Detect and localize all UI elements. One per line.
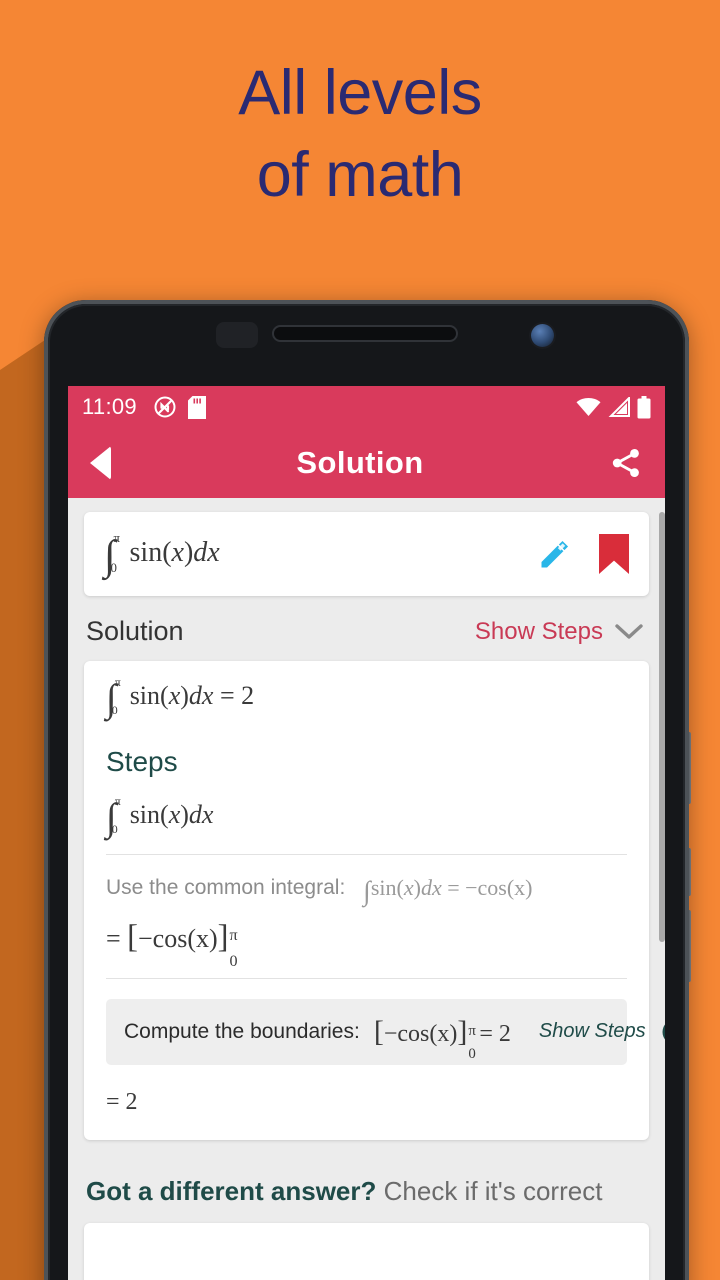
different-answer-question: Got a different answer? xyxy=(86,1175,377,1206)
step1-function: sin xyxy=(129,800,161,830)
step-2-row: Use the common integral: ∫sin(x)dx = −co… xyxy=(106,874,627,906)
step2-fn: sin xyxy=(370,874,397,900)
section-title-solution: Solution xyxy=(86,616,184,646)
step1-differential: dx xyxy=(188,800,214,830)
step1-lower-limit: 0 xyxy=(111,821,118,836)
dnd-icon xyxy=(153,395,177,419)
step2-equals: = xyxy=(447,874,460,900)
different-answer-prompt[interactable]: Got a different answer? Check if it's co… xyxy=(68,1140,665,1217)
result-equals: = xyxy=(219,681,235,710)
step3-lower-limit: 0 xyxy=(229,952,238,970)
boundaries-equals: = xyxy=(479,1020,493,1047)
step3-equals: = xyxy=(106,923,121,953)
solution-card: ∫ π 0 sin(x)dx = 2 Steps ∫ π 0 sin(x)dx Use … xyxy=(84,661,665,1140)
scrollbar-thumb[interactable] xyxy=(659,512,665,942)
earpiece-speaker-icon xyxy=(272,325,458,342)
scrollbar[interactable] xyxy=(659,512,665,1280)
proximity-sensor-icon xyxy=(216,322,258,348)
step-3-math: = [−cos(x)] π 0 xyxy=(106,918,238,970)
step1-variable: x xyxy=(168,800,181,830)
app-bar: Solution xyxy=(68,428,665,498)
step1-upper-limit: π xyxy=(114,794,121,809)
boundaries-math: [−cos(x)] π 0 = 2 xyxy=(373,1014,511,1063)
phone-screen: 11:09 Solution ∫ π 0 sin(x)dx Solution S… xyxy=(68,386,665,1280)
volume-down-button[interactable] xyxy=(686,910,691,982)
final-equals: = xyxy=(106,1088,120,1115)
steps-heading: Steps xyxy=(106,746,178,778)
volume-up-button[interactable] xyxy=(686,848,691,896)
boundaries-expr: −cos(x) xyxy=(383,1020,458,1047)
chevron-down-icon xyxy=(615,623,643,641)
step2-formula: ∫sin(x)dx = −cos(x) xyxy=(363,874,533,906)
back-button[interactable] xyxy=(90,446,111,480)
expr-upper-limit: π xyxy=(113,531,121,546)
show-steps-label: Show Steps xyxy=(474,617,603,645)
step3-expr: −cos(x) xyxy=(138,923,218,953)
expr-variable: x xyxy=(171,537,184,569)
final-result-math: = 2 xyxy=(106,1089,627,1116)
boundaries-value: 2 xyxy=(498,1020,511,1047)
battery-icon xyxy=(637,395,651,419)
edit-button[interactable] xyxy=(537,536,573,572)
page-title: Solution xyxy=(296,445,424,480)
result-lower-limit: 0 xyxy=(111,702,118,717)
boundaries-label: Compute the boundaries: xyxy=(124,1019,360,1043)
result-function: sin xyxy=(129,681,161,710)
step3-upper-limit: π xyxy=(229,927,238,945)
result-differential: dx xyxy=(188,681,214,710)
step2-var: x xyxy=(403,874,414,900)
step-1-math: ∫ π 0 sin(x)dx xyxy=(106,794,214,840)
expression-math: ∫ π 0 sin(x)dx xyxy=(104,531,220,579)
check-correct-label: Check if it's correct xyxy=(383,1175,603,1206)
sd-card-icon xyxy=(187,395,206,419)
expr-function: sin xyxy=(129,537,163,569)
front-camera-icon xyxy=(531,324,554,347)
step2-result: −cos(x) xyxy=(465,874,533,900)
promo-headline-line1: All levels xyxy=(238,58,482,128)
step2-differential: dx xyxy=(420,874,442,900)
expr-differential: dx xyxy=(193,537,220,569)
compute-boundaries-row[interactable]: Compute the boundaries: [−cos(x)] π 0 = 2 … xyxy=(106,998,665,1065)
boundaries-show-steps-label[interactable]: Show Steps xyxy=(539,1020,646,1043)
solution-result-line: ∫ π 0 sin(x)dx = 2 xyxy=(106,675,255,721)
promo-headline-line2: of math xyxy=(256,140,464,210)
status-bar-clock: 11:09 xyxy=(82,394,137,419)
divider-2 xyxy=(106,977,627,979)
promo-headline: All levels of math xyxy=(0,52,720,216)
power-button[interactable] xyxy=(686,732,691,804)
phone-device: 11:09 Solution ∫ π 0 sin(x)dx Solution S… xyxy=(44,300,691,1280)
divider xyxy=(106,853,627,855)
status-bar: 11:09 xyxy=(68,386,665,428)
share-button[interactable] xyxy=(609,446,643,480)
final-value: 2 xyxy=(125,1088,138,1115)
wifi-icon xyxy=(576,397,601,417)
result-upper-limit: π xyxy=(114,675,121,690)
result-value: 2 xyxy=(241,681,255,710)
boundaries-lower-limit: 0 xyxy=(468,1046,476,1063)
expr-lower-limit: 0 xyxy=(110,560,117,575)
answer-input-card[interactable] xyxy=(84,1222,649,1280)
content-scroll-area[interactable]: ∫ π 0 sin(x)dx Solution Show Steps ∫ π 0… xyxy=(68,512,665,1280)
solution-section-header: Solution Show Steps xyxy=(68,596,665,661)
cell-signal-icon xyxy=(608,397,630,417)
show-steps-toggle[interactable]: Show Steps xyxy=(475,618,643,646)
boundaries-upper-limit: π xyxy=(468,1022,476,1039)
step2-label: Use the common integral: xyxy=(106,875,346,899)
result-variable: x xyxy=(168,681,181,710)
expression-card[interactable]: ∫ π 0 sin(x)dx xyxy=(84,512,649,596)
bookmark-button[interactable] xyxy=(599,534,629,574)
